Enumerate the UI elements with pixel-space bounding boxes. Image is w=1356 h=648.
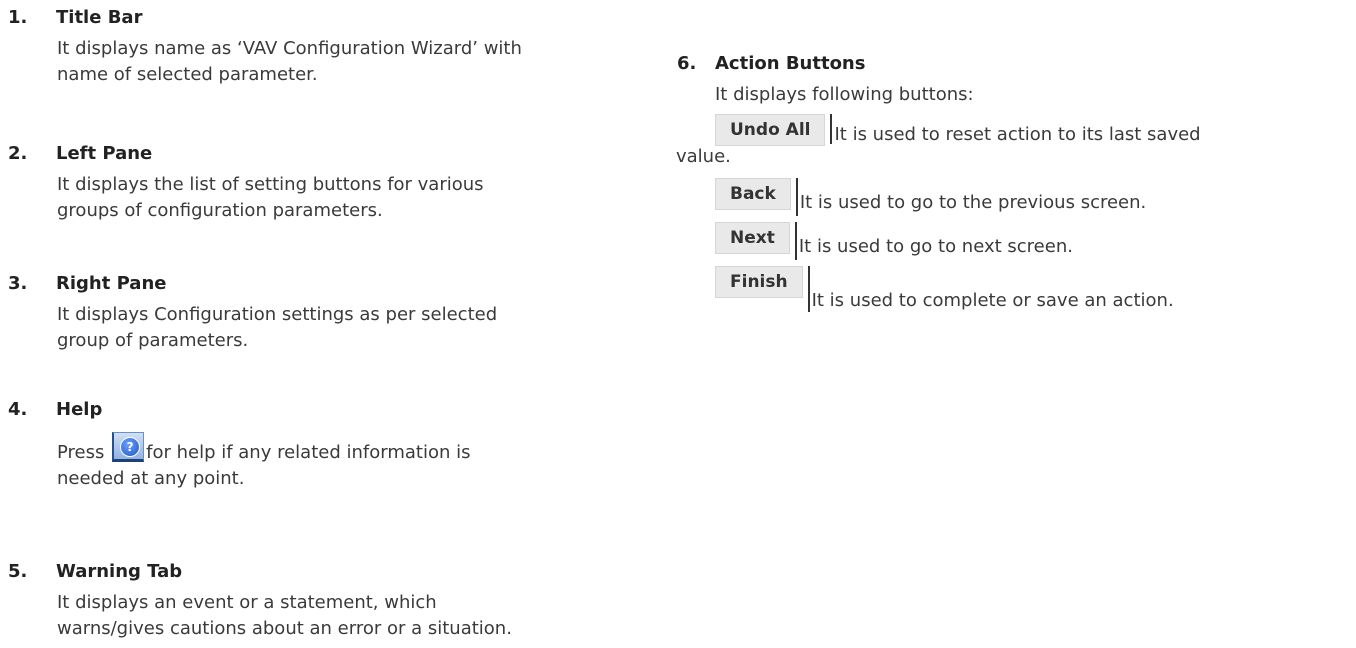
item-title: Right Pane: [56, 273, 167, 294]
item-title: Left Pane: [56, 143, 153, 164]
item-description: It displays following buttons: Undo All I…: [676, 82, 1356, 318]
intro-text: It displays following buttons:: [715, 84, 974, 105]
button-description: It is used to go to next screen.: [798, 236, 1073, 257]
item-title: Help: [56, 399, 103, 420]
undo-all-row: Undo All It is used to reset action to it…: [715, 114, 1356, 146]
button-description: It is used to go to the previous screen.: [799, 192, 1147, 213]
item-help: 4. Help Press ? for help if any related in…: [0, 398, 660, 492]
next-button[interactable]: Next: [715, 222, 790, 254]
finish-button[interactable]: Finish: [715, 266, 803, 298]
description-line: groups of configuration parameters.: [57, 200, 383, 221]
press-suffix: for help if any related information is: [146, 442, 471, 463]
description-line: group of parameters.: [57, 330, 249, 351]
item-description: It displays Configuration settings as pe…: [0, 302, 660, 354]
item-heading: 4. Help: [0, 398, 660, 422]
item-heading: 2. Left Pane: [0, 142, 660, 166]
item-description: It displays name as ‘VAV Configuration W…: [0, 36, 660, 88]
item-heading: 3. Right Pane: [0, 272, 660, 296]
item-number: 4.: [8, 399, 28, 420]
item-number: 2.: [8, 143, 28, 164]
item-heading: 5. Warning Tab: [0, 560, 660, 584]
separator-line: [795, 178, 798, 216]
separator-line: [807, 266, 810, 312]
item-left-pane: 2. Left Pane It displays the list of sett…: [0, 142, 660, 224]
undo-all-button[interactable]: Undo All: [715, 114, 826, 146]
item-right-pane: 3. Right Pane It displays Configuration s…: [0, 272, 660, 354]
item-description: It displays an event or a statement, whi…: [0, 590, 660, 642]
item-action-buttons: 6. Action Buttons It displays following b…: [676, 52, 1356, 318]
description-line: It displays an event or a statement, whi…: [57, 592, 437, 613]
item-description: Press ? for help if any related informati…: [0, 432, 660, 492]
item-number: 5.: [8, 561, 28, 582]
item-title: Title Bar: [56, 7, 143, 28]
item-number: 1.: [8, 7, 28, 28]
help-question-icon[interactable]: ?: [112, 432, 145, 462]
back-button[interactable]: Back: [715, 178, 791, 210]
item-number: 3.: [8, 273, 28, 294]
next-row: Next It is used to go to next screen.: [715, 222, 1356, 266]
finish-row: Finish It is used to complete or save an …: [715, 266, 1356, 318]
item-warning-tab: 5. Warning Tab It displays an event or a …: [0, 560, 660, 642]
item-heading: 6. Action Buttons: [676, 52, 1356, 76]
press-text: Press: [57, 442, 105, 463]
item-heading: 1. Title Bar: [0, 6, 660, 30]
separator-line: [830, 114, 833, 144]
description-line: Press ? for help if any related informati…: [57, 432, 660, 466]
button-description: It is used to complete or save an action…: [811, 290, 1174, 311]
description-line: needed at any point.: [57, 468, 245, 489]
separator-line: [794, 222, 797, 260]
item-title-bar: 1. Title Bar It displays name as ‘VAV Con…: [0, 6, 660, 88]
description-line: warns/gives cautions about an error or a…: [57, 618, 512, 639]
description-line: name of selected parameter.: [57, 64, 318, 85]
description-line: It displays name as ‘VAV Configuration W…: [57, 38, 522, 59]
button-description: It is used to reset action to its last s…: [834, 124, 1201, 145]
item-description: It displays the list of setting buttons …: [0, 172, 660, 224]
description-line: It displays Configuration settings as pe…: [57, 304, 498, 325]
item-title: Warning Tab: [56, 561, 183, 582]
item-title: Action Buttons: [715, 53, 866, 74]
item-number: 6.: [677, 53, 697, 74]
back-row: Back It is used to go to the previous scr…: [715, 178, 1356, 222]
description-line: It displays the list of setting buttons …: [57, 174, 484, 195]
